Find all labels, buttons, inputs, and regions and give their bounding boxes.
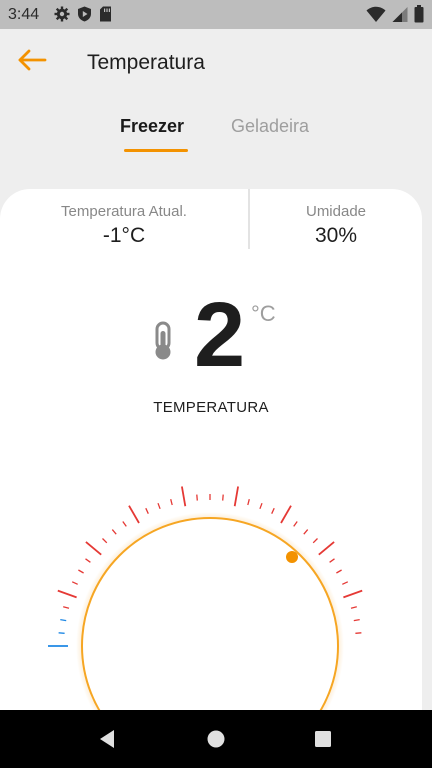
dial-tick [122,521,127,527]
dial-tick [102,538,108,544]
nav-recents-button[interactable] [293,710,353,768]
dial-tick [157,502,161,510]
status-bar: 3:44 [0,0,432,29]
dial-tick [85,558,91,563]
dial-tick [293,521,298,527]
dial-tick [170,499,173,506]
nav-back-button[interactable] [77,710,137,768]
temperature-card: Temperatura Atual. -1°C Umidade 30% 2 °C… [0,189,422,729]
back-triangle-icon [100,730,114,748]
dial-tick [63,606,70,609]
shield-play-icon [78,6,91,22]
dial-tick [196,494,198,501]
dial-tick [222,494,224,501]
recents-square-icon [315,731,331,747]
status-time: 3:44 [8,6,40,23]
dial-position-indicator[interactable] [286,551,298,563]
dial-tick [303,529,309,535]
page-title: Temperatura [87,51,205,74]
home-circle-icon [207,730,225,748]
tab-geladeira[interactable]: Geladeira [231,116,309,137]
dial-tick [355,632,362,634]
battery-icon [414,5,424,23]
dial-tick [58,632,65,634]
dial-tick [259,502,263,510]
tab-freezer[interactable]: Freezer [120,116,184,137]
dial-tick [57,589,77,599]
signal-icon [392,6,408,22]
dial-tick [280,505,292,524]
dial-tick [353,618,360,622]
dial-tick [85,541,102,556]
dial-tick [343,589,363,599]
dial-tick [312,538,318,544]
nav-home-button[interactable] [186,710,246,768]
dial-tick [318,541,335,556]
back-button[interactable] [16,49,52,77]
dial-tick [60,618,67,622]
dial-tick [181,486,187,507]
navigation-bar [0,710,432,768]
tab-indicator [124,149,188,152]
dial-tick [71,581,78,585]
arrow-left-icon [18,49,47,71]
dial-tick [78,569,84,574]
dial-tick [350,606,357,609]
tab-bar: Freezer Geladeira [0,110,432,160]
dial-tick [247,499,250,506]
wifi-icon [366,6,386,22]
sd-card-icon [100,6,111,22]
dial-tick [145,507,149,514]
dial-tick [111,529,117,535]
gear-icon [54,6,70,22]
dial-tick [128,505,140,524]
dial-tick [342,581,349,585]
temperature-dial[interactable] [0,189,422,729]
dial-tick [271,507,275,514]
dial-tick [329,558,335,563]
dial-tick [233,486,239,507]
dial-tick [336,569,342,574]
app-bar: Temperatura [0,29,432,95]
